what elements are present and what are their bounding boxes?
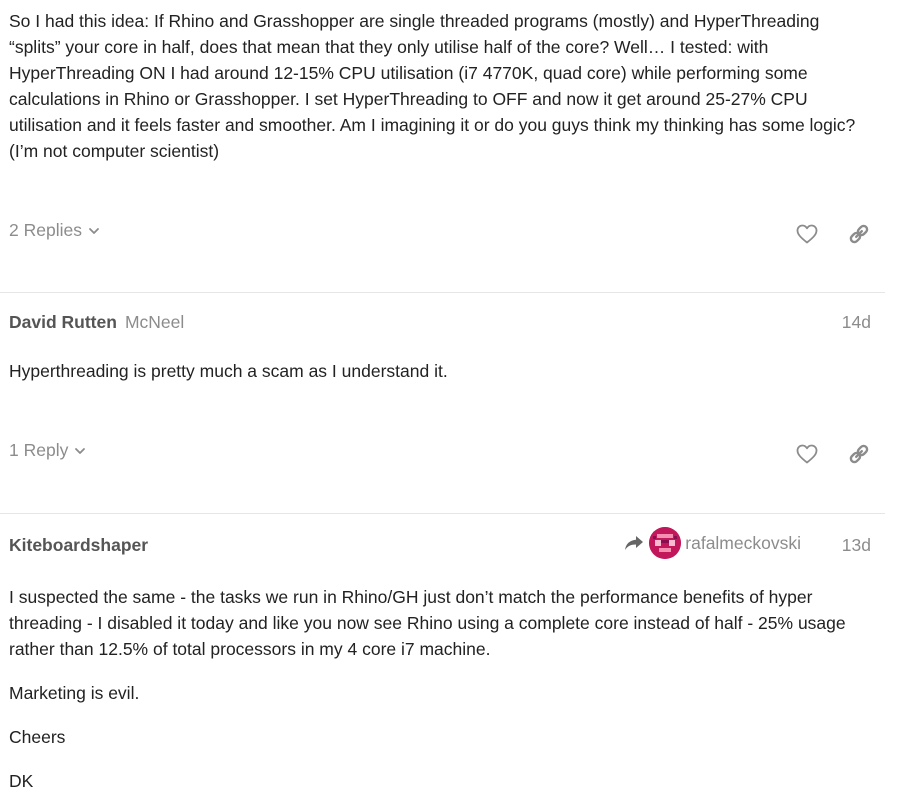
- show-replies-button[interactable]: 1 Reply: [9, 440, 86, 461]
- post-body: I suspected the same - the tasks we run …: [9, 584, 875, 794]
- post-header: David Rutten McNeel 14d: [9, 312, 885, 336]
- post-paragraph: Hyperthreading is pretty much a scam as …: [9, 361, 448, 381]
- avatar: [649, 527, 682, 559]
- post-date[interactable]: 14d: [842, 312, 871, 333]
- show-replies-button[interactable]: 2 Replies: [9, 220, 100, 241]
- post-author[interactable]: David Rutten McNeel: [9, 312, 184, 333]
- username: Kiteboardshaper: [9, 535, 149, 555]
- post-paragraph: Cheers: [9, 727, 66, 747]
- post-paragraph: I suspected the same - the tasks we run …: [9, 587, 846, 659]
- post-controls: 2 Replies: [9, 214, 885, 254]
- replies-label: 1 Reply: [9, 440, 69, 460]
- post-divider: [0, 292, 885, 293]
- heart-outline-icon[interactable]: [795, 222, 819, 246]
- post-controls: 1 Reply: [9, 434, 885, 474]
- chevron-down-icon: [75, 447, 86, 454]
- avatar-image: [649, 527, 682, 559]
- replies-label: 2 Replies: [9, 220, 82, 240]
- reply-to-username: rafalmeckovski: [685, 532, 801, 553]
- post-date[interactable]: 13d: [842, 535, 871, 556]
- post-paragraph: Marketing is evil.: [9, 683, 140, 703]
- post-paragraph: DK: [9, 771, 34, 791]
- link-icon[interactable]: [847, 222, 871, 246]
- username: David Rutten: [9, 312, 117, 332]
- post-header: Kiteboardshaper rafalmeckovski 13d: [9, 527, 885, 559]
- post-author[interactable]: Kiteboardshaper: [9, 535, 148, 556]
- post-original: So I had this idea: If Rhino and Grassho…: [0, 0, 885, 164]
- post-body: Hyperthreading is pretty much a scam as …: [9, 358, 875, 384]
- link-icon[interactable]: [847, 442, 871, 466]
- user-title: McNeel: [124, 312, 185, 332]
- post-paragraph: So I had this idea: If Rhino and Grassho…: [9, 11, 856, 161]
- post-divider: [0, 513, 885, 514]
- heart-outline-icon[interactable]: [795, 442, 819, 466]
- chevron-down-icon: [89, 227, 99, 234]
- reply-to-indicator[interactable]: rafalmeckovski: [623, 527, 801, 559]
- share-arrow-icon: [625, 536, 644, 550]
- post-body: So I had this idea: If Rhino and Grassho…: [9, 8, 885, 164]
